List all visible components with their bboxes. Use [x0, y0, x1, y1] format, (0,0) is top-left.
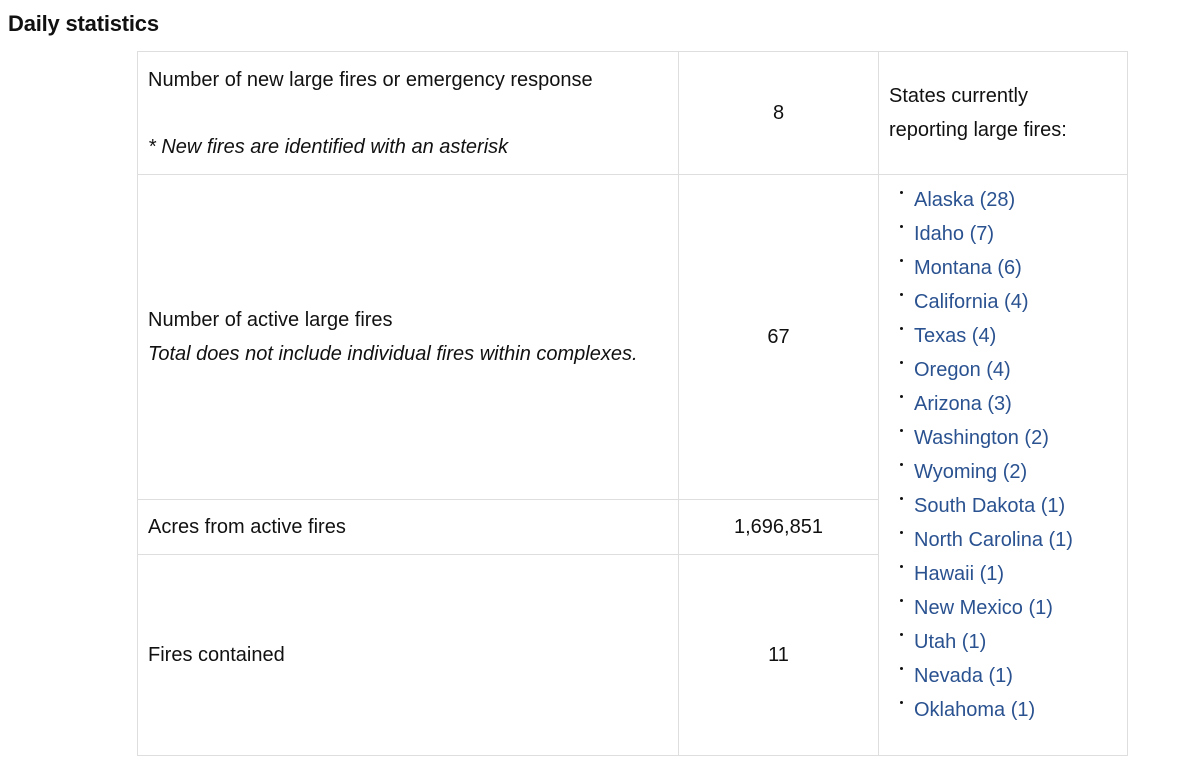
state-link[interactable]: Montana (6) — [900, 251, 1117, 285]
state-link[interactable]: Wyoming (2) — [900, 455, 1117, 489]
states-header-text: States currently reporting large fires: — [889, 85, 1067, 141]
new-fires-label: Number of new large fires or emergency r… — [148, 68, 593, 91]
contained-value: 11 — [678, 554, 879, 756]
states-header: States currently reporting large fires: — [878, 51, 1128, 175]
state-link[interactable]: Arizona (3) — [900, 387, 1117, 421]
new-fires-note: * New fires are identified with an aster… — [148, 135, 509, 158]
state-link[interactable]: Washington (2) — [900, 421, 1117, 455]
table-row-new-fires: Number of new large fires or emergency r… — [137, 51, 1128, 175]
state-link[interactable]: North Carolina (1) — [900, 523, 1117, 557]
state-link[interactable]: Nevada (1) — [900, 659, 1117, 693]
states-list-cell: Alaska (28) Idaho (7) Montana (6) Californi… — [878, 174, 1128, 756]
active-fires-value: 67 — [678, 174, 879, 500]
acres-label: Acres from active fires — [137, 499, 679, 555]
active-fires-label-cell: Number of active large fires Total does … — [137, 174, 679, 500]
new-fires-value: 8 — [678, 51, 879, 175]
state-link[interactable]: Oregon (4) — [900, 353, 1117, 387]
state-link[interactable]: Oklahoma (1) — [900, 693, 1117, 727]
daily-statistics-table: Number of new large fires or emergency r… — [137, 51, 1128, 756]
state-link[interactable]: Idaho (7) — [900, 217, 1117, 251]
contained-label: Fires contained — [137, 554, 679, 756]
page-title: Daily statistics — [8, 11, 159, 36]
active-fires-note: Total does not include individual fires … — [148, 343, 638, 365]
new-fires-label-cell: Number of new large fires or emergency r… — [137, 51, 679, 175]
state-link[interactable]: Alaska (28) — [900, 183, 1117, 217]
state-link[interactable]: California (4) — [900, 285, 1117, 319]
state-link[interactable]: New Mexico (1) — [900, 591, 1117, 625]
states-list: Alaska (28) Idaho (7) Montana (6) Californi… — [889, 183, 1117, 727]
table-row-active-fires: Number of active large fires Total does … — [137, 174, 1128, 756]
state-link[interactable]: Utah (1) — [900, 625, 1117, 659]
state-link[interactable]: Texas (4) — [900, 319, 1117, 353]
active-fires-label: Number of active large fires — [148, 309, 393, 331]
state-link[interactable]: South Dakota (1) — [900, 489, 1117, 523]
state-link[interactable]: Hawaii (1) — [900, 557, 1117, 591]
acres-value: 1,696,851 — [678, 499, 879, 555]
